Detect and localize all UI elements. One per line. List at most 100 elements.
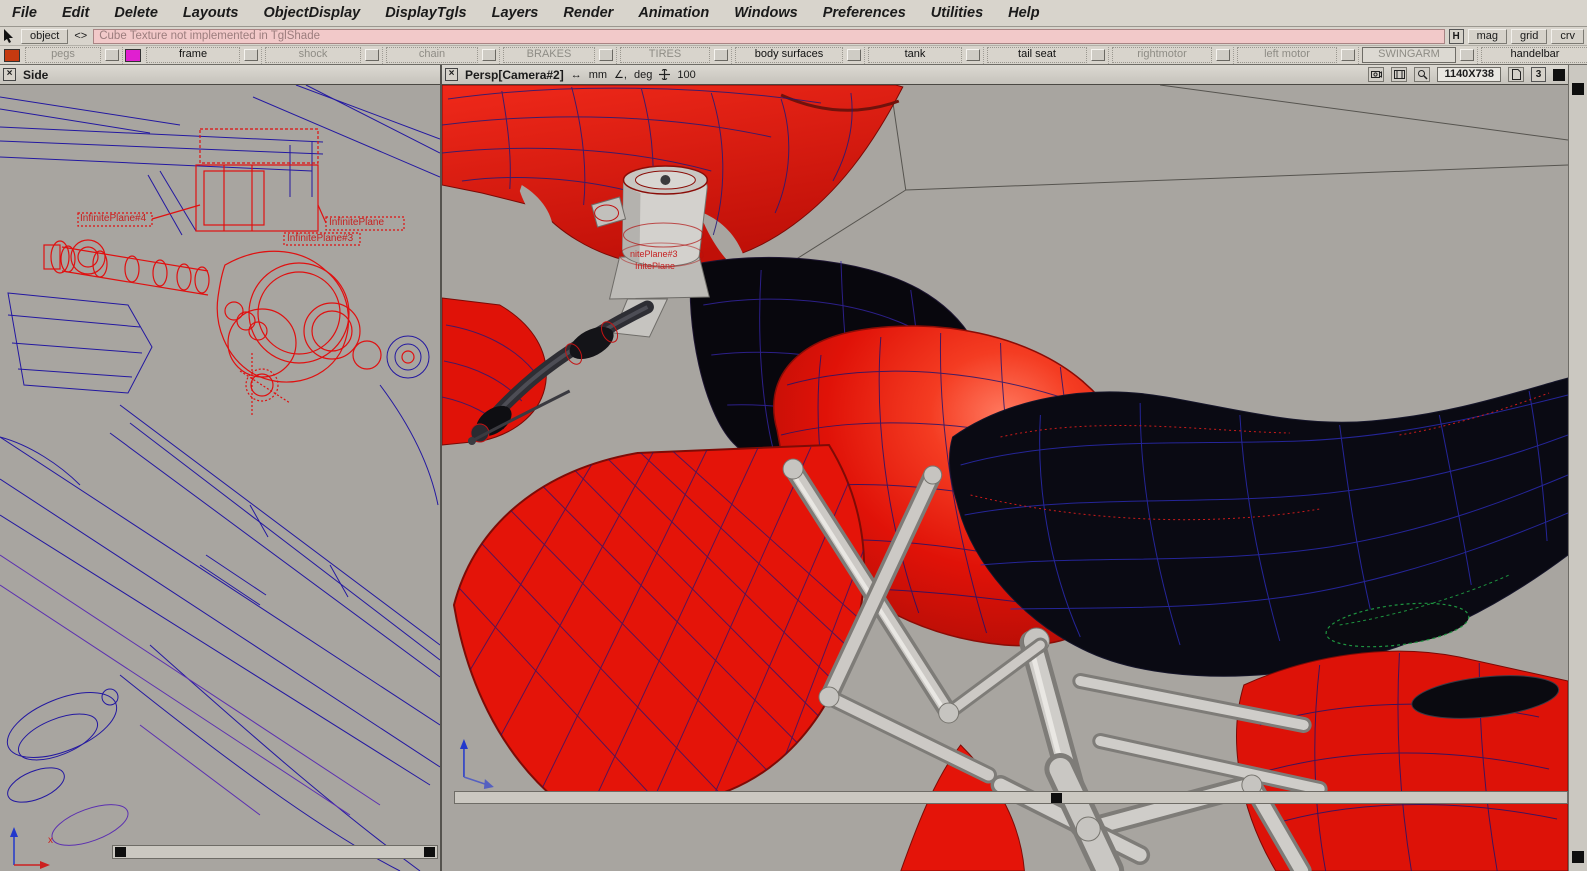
layer-tail-seat-button[interactable]: tail seat: [987, 47, 1087, 63]
persp-viewport-canvas[interactable]: [442, 85, 1568, 871]
resolution-field[interactable]: 1140X738: [1437, 67, 1501, 82]
layer-handelbar: handelbar: [1478, 47, 1587, 64]
menu-windows[interactable]: Windows: [734, 5, 798, 21]
menu-edit[interactable]: Edit: [62, 5, 89, 21]
persp-viewport-header: × Persp[Camera#2] ↔ mm ∠, deg 100 1140X7…: [442, 65, 1568, 85]
persp-vscroll-thumb-bottom[interactable]: [1572, 851, 1584, 863]
layer-pegs-checkbox[interactable]: [105, 49, 119, 61]
layer-rightmotor-button[interactable]: rightmotor: [1112, 47, 1212, 63]
infinite-plane-4-label: InfinitePlane#4: [80, 213, 147, 224]
grid-size-value: 100: [677, 68, 696, 81]
layer-tires: TIRES: [617, 46, 732, 64]
layer-rightmotor-checkbox[interactable]: [1216, 49, 1230, 61]
layer-tank-button[interactable]: tank: [868, 47, 962, 63]
layer-left-motor-button[interactable]: left motor: [1237, 47, 1337, 63]
layer-body-surfaces-button[interactable]: body surfaces: [735, 47, 843, 63]
film-icon[interactable]: [1391, 67, 1408, 82]
grid-size-icon: [659, 69, 671, 80]
persp-infinite-plane-3-label: nitePlane#3: [630, 249, 678, 259]
side-scroll-thumb-left[interactable]: [115, 847, 126, 857]
layer-bar: pegs frame shock chain BRAKES TIRES body…: [0, 46, 1587, 65]
infinite-plane-label: InfinitePlane: [329, 217, 385, 228]
layer-tail-seat-checkbox[interactable]: [1091, 49, 1105, 61]
angle-unit-label: deg: [633, 68, 653, 81]
layer-shock-button[interactable]: shock: [265, 47, 361, 63]
menu-bar: File Edit Delete Layouts ObjectDisplay D…: [0, 0, 1587, 27]
side-viewport-header: × Side: [0, 65, 440, 85]
menu-render[interactable]: Render: [563, 5, 613, 21]
layer-left-motor: left motor: [1234, 46, 1359, 64]
layer-pegs-button[interactable]: pegs: [25, 47, 101, 63]
menu-help[interactable]: Help: [1008, 5, 1039, 21]
status-message: Cube Texture not implemented in TglShade: [93, 28, 1445, 44]
object-mode-button[interactable]: object: [21, 28, 69, 44]
layer-swingarm-button[interactable]: SWINGARM: [1362, 47, 1456, 63]
layer-tail-seat: tail seat: [984, 46, 1109, 64]
layer-chain-checkbox[interactable]: [482, 49, 496, 61]
persp-vscroll-thumb-top[interactable]: [1572, 83, 1584, 95]
layer-brakes-checkbox[interactable]: [599, 49, 613, 61]
menu-animation[interactable]: Animation: [638, 5, 709, 21]
layer-chain: chain: [383, 46, 500, 64]
layer-frame: frame: [143, 46, 262, 64]
zoom-icon[interactable]: [1414, 67, 1431, 82]
layer-color-swatch-orange[interactable]: [4, 48, 20, 62]
menu-layers[interactable]: Layers: [492, 5, 539, 21]
h-toggle-button[interactable]: H: [1448, 28, 1464, 44]
persp-viewport: × Persp[Camera#2] ↔ mm ∠, deg 100 1140X7…: [442, 65, 1568, 871]
layer-rightmotor: rightmotor: [1109, 46, 1234, 64]
persp-viewport-close-icon[interactable]: ×: [445, 68, 458, 81]
crv-button[interactable]: crv: [1551, 28, 1584, 44]
layer-handelbar-button[interactable]: handelbar: [1481, 47, 1587, 63]
view-number-box[interactable]: 3: [1531, 67, 1546, 82]
layer-shock-checkbox[interactable]: [365, 49, 379, 61]
layer-tires-button[interactable]: TIRES: [620, 47, 710, 63]
layer-left-motor-checkbox[interactable]: [1341, 49, 1355, 61]
layer-shock: shock: [262, 46, 383, 64]
workspace: × Side InfinitePlane#4 InfinitePlane#3 I…: [0, 65, 1587, 871]
layer-frame-checkbox[interactable]: [244, 49, 258, 61]
side-scroll-thumb-right[interactable]: [424, 847, 435, 857]
layer-body-surfaces: body surfaces: [732, 46, 865, 64]
persp-infinite-plane-label: InitePlane: [635, 261, 676, 271]
layer-tank-checkbox[interactable]: [966, 49, 980, 61]
linear-unit-icon: ↔: [570, 68, 582, 81]
persp-vertical-scrollbar[interactable]: [1568, 65, 1587, 871]
menu-layouts[interactable]: Layouts: [183, 5, 239, 21]
menu-delete[interactable]: Delete: [114, 5, 158, 21]
side-viewport-close-icon[interactable]: ×: [3, 68, 16, 81]
side-viewport-canvas[interactable]: [0, 85, 440, 871]
layer-color-swatch-magenta[interactable]: [125, 48, 141, 62]
layer-chain-button[interactable]: chain: [386, 47, 478, 63]
application-window: File Edit Delete Layouts ObjectDisplay D…: [0, 0, 1587, 871]
side-axis-x-label: x: [48, 835, 53, 846]
infinite-plane-3-label: InfinitePlane#3: [287, 233, 354, 244]
grid-button[interactable]: grid: [1510, 28, 1548, 44]
layer-body-surfaces-checkbox[interactable]: [847, 49, 861, 61]
layer-tank: tank: [865, 46, 984, 64]
side-viewport-title: Side: [23, 67, 49, 82]
swap-button[interactable]: <>: [72, 30, 89, 42]
persp-shaded-drawing: [442, 85, 1568, 871]
menu-file[interactable]: File: [12, 5, 37, 21]
layer-swingarm: SWINGARM: [1359, 46, 1478, 64]
page-icon[interactable]: [1508, 67, 1524, 82]
menu-objectdisplay[interactable]: ObjectDisplay: [264, 5, 361, 21]
persp-horizontal-scrollbar[interactable]: [454, 791, 1568, 804]
persp-scroll-thumb[interactable]: [1051, 793, 1062, 803]
side-horizontal-scrollbar[interactable]: [112, 845, 438, 859]
menu-displaytgls[interactable]: DisplayTgls: [385, 5, 466, 21]
layer-pegs: pegs: [22, 46, 123, 64]
menu-utilities[interactable]: Utilities: [931, 5, 983, 21]
layer-swingarm-checkbox[interactable]: [1460, 49, 1474, 61]
layer-brakes-button[interactable]: BRAKES: [503, 47, 595, 63]
status-toolbar: object <> Cube Texture not implemented i…: [0, 27, 1587, 46]
layer-brakes: BRAKES: [500, 46, 617, 64]
layer-tires-checkbox[interactable]: [714, 49, 728, 61]
header-corner-toggle[interactable]: [1553, 68, 1565, 81]
camera-tool-icon[interactable]: [1368, 67, 1385, 82]
menu-preferences[interactable]: Preferences: [823, 5, 906, 21]
persp-viewport-title: Persp[Camera#2]: [465, 67, 564, 82]
mag-button[interactable]: mag: [1467, 28, 1507, 44]
layer-frame-button[interactable]: frame: [146, 47, 240, 63]
